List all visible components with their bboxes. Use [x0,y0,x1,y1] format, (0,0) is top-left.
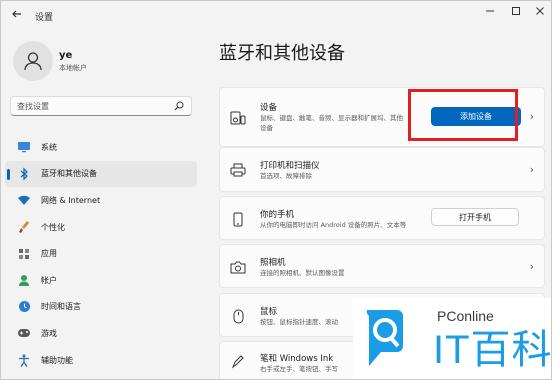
card-subtitle: 连接的照相机、默认图像设置 [260,269,345,277]
sidebar-nav: 系统 蓝牙和其他设备 网络 & Internet 个性化 应用 帐户 时间和语言 [5,134,197,373]
phone-icon [230,211,246,227]
title-bar: 设置 [1,1,551,31]
arrow-left-icon [12,10,21,18]
accessibility-icon [17,353,31,367]
card-title: 打印机和扫描仪 [260,161,320,171]
card-title: 你的手机 [260,210,295,220]
highlight-annotation [408,89,518,141]
user-account-type: 本地帐户 [59,64,87,72]
sidebar-item-label: 个性化 [41,222,65,232]
chevron-right-icon: › [529,260,534,273]
search-icon[interactable] [173,100,185,112]
person-icon [17,273,31,287]
sidebar-item-label: 游戏 [41,328,57,338]
camera-card[interactable]: 照相机 连接的照相机、默认图像设置 › [219,244,545,288]
devices-icon [230,110,246,126]
gamepad-icon [17,326,31,340]
sidebar-item-gaming[interactable]: 游戏 [5,320,197,347]
card-subtitle: 右手或左手、笔按钮、手写 [260,365,338,373]
globe-clock-icon [17,300,31,314]
pen-icon [230,354,246,370]
pconline-watermark: PConline IT百科 [353,298,552,379]
maximize-button[interactable] [507,6,525,22]
card-title: 笔和 Windows Ink [260,354,334,364]
sidebar-item-personalization[interactable]: 个性化 [5,214,197,241]
sidebar-item-network[interactable]: 网络 & Internet [5,187,197,214]
wifi-icon [17,193,31,207]
monitor-icon [17,140,31,154]
sidebar-item-label: 蓝牙和其他设备 [41,169,97,179]
card-subtitle: 鼠标、键盘、触笔、音频、显示器和扩展坞、其他设备 [260,114,403,132]
sidebar-item-label: 网络 & Internet [41,195,101,205]
sidebar-item-accessibility[interactable]: 辅助功能 [5,347,197,374]
sidebar-item-label: 应用 [41,249,57,259]
card-title: 照相机 [260,258,286,268]
avatar[interactable] [13,41,53,81]
close-button[interactable] [531,6,549,22]
page-title: 蓝牙和其他设备 [219,43,345,64]
user-name: ye [59,50,73,61]
sidebar-item-label: 帐户 [41,275,57,285]
card-title: 设备 [260,103,278,113]
back-button[interactable] [9,8,25,24]
sidebar-item-label: 时间和语言 [41,302,81,312]
card-subtitle: 从你的电脑即时访问 Android 设备的照片、文本等 [260,221,407,229]
close-icon [536,7,544,15]
sidebar-item-bluetooth[interactable]: 蓝牙和其他设备 [5,160,197,188]
search-box[interactable] [10,96,192,116]
apps-icon [17,247,31,261]
printer-icon [230,162,246,178]
watermark-brand: IT百科 [433,328,552,372]
sidebar-item-apps[interactable]: 应用 [5,240,197,267]
sidebar-item-accounts[interactable]: 帐户 [5,267,197,294]
printers-card[interactable]: 打印机和扫描仪 首选项、故障排除 › [219,147,545,192]
search-input[interactable] [17,99,167,114]
sidebar-item-label: 系统 [41,142,57,152]
bluetooth-icon [17,167,31,181]
sidebar-item-system[interactable]: 系统 [5,134,197,161]
pconline-logo-icon [366,310,403,366]
sidebar-item-label: 辅助功能 [41,355,73,365]
brush-icon [17,220,31,234]
app-title: 设置 [35,13,54,23]
user-icon [24,52,42,71]
maximize-icon [512,7,520,15]
card-subtitle: 按钮、鼠标指针速度、滚动 [260,318,338,326]
chevron-right-icon: › [529,110,534,123]
mouse-icon [230,308,246,324]
card-subtitle: 首选项、故障排除 [260,172,312,180]
minimize-button[interactable] [481,6,499,22]
settings-window: 设置 ye 本地帐户 系统 蓝牙和其他设备 网络 & Internet [0,0,552,380]
watermark-top-text: PConline [437,308,494,324]
open-phone-button[interactable]: 打开手机 [431,208,519,226]
card-title: 鼠标 [260,307,278,317]
chevron-right-icon: › [529,163,534,176]
sidebar-item-time-language[interactable]: 时间和语言 [5,294,197,321]
minimize-icon [486,10,494,12]
camera-icon [230,259,246,275]
